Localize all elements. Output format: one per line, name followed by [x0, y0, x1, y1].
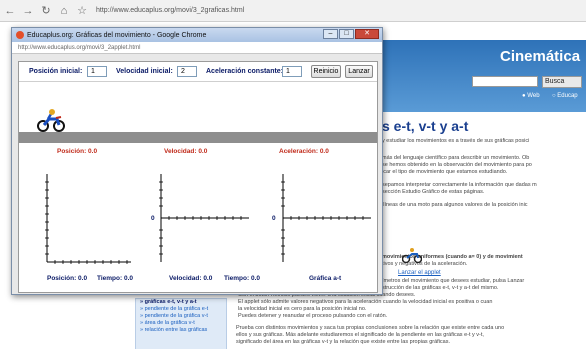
acceleration-time-graph	[281, 174, 371, 262]
paragraph: la velocidad inicial es cero para la pos…	[238, 306, 367, 312]
acceleration-label: Aceleración constante:	[206, 68, 284, 75]
paragraph: sepamos interpretar correctamente la inf…	[382, 182, 537, 188]
home-icon[interactable]: ⌂	[58, 5, 70, 17]
side-menu-item[interactable]: » área de la gráfica v-t	[136, 320, 226, 327]
initial-position-input[interactable]: 1	[87, 66, 107, 77]
restart-button[interactable]: Reinicio	[311, 65, 341, 78]
popup-address: http://www.educaplus.org/movi/3_2applet.…	[12, 42, 382, 54]
graph2-velocity-readout: Velocidad: 0.0	[169, 275, 213, 282]
close-icon[interactable]: ✕	[355, 29, 379, 39]
initial-velocity-input[interactable]: 2	[177, 66, 197, 77]
paragraph: sección Estudio Gráfico de estas páginas…	[382, 189, 485, 195]
launch-applet-link[interactable]: Lanzar el applet	[398, 270, 441, 276]
site-search-button[interactable]: Busca	[542, 76, 582, 88]
acceleration-input[interactable]: 1	[282, 66, 302, 77]
popup-title-bar[interactable]: Educaplus.org: Gráficas del movimiento -…	[12, 28, 382, 42]
popup-title: Educaplus.org: Gráficas del movimiento -…	[27, 31, 207, 39]
at-axis-origin-label: 0	[272, 215, 276, 222]
side-menu-item[interactable]: » gráficas e-t, v-t y a-t	[136, 299, 226, 306]
paragraph: strucción de las gráficas e-t, v-t y a-t…	[382, 285, 499, 291]
paragraph: El applet sólo admite valores negativos …	[238, 299, 493, 305]
favicon-icon	[16, 31, 24, 39]
launch-button[interactable]: Lanzar	[345, 65, 373, 78]
paragraph: ímetros del movimiento que desees estudi…	[382, 278, 525, 284]
paragraph: significado del área en las gráficas v-t…	[236, 339, 451, 345]
paragraph: ilíneas de una moto para algunos valores…	[382, 202, 528, 208]
initial-position-label: Posición inicial:	[29, 68, 83, 75]
initial-velocity-label: Velocidad inicial:	[116, 68, 173, 75]
paragraph: ellos y sus gráficas. Más adelante estud…	[236, 332, 484, 338]
side-menu-item[interactable]: » pendiente de la gráfica e-t	[136, 306, 226, 313]
radio-web[interactable]: ● Web	[522, 93, 540, 99]
paragraph: Prueba con distintos movimientos y saca …	[236, 325, 505, 331]
browser-toolbar: ← → ↻ ⌂ ☆ http://www.educaplus.org/movi/…	[0, 0, 586, 22]
velocity-time-graph	[159, 174, 249, 262]
side-menu-item[interactable]: » pendiente de la gráfica v-t	[136, 313, 226, 320]
maximize-icon[interactable]: □	[339, 29, 354, 39]
graph2-time-readout: Tiempo: 0.0	[224, 275, 261, 282]
paragraph: más del lenguaje científico para describ…	[382, 155, 530, 161]
star-icon[interactable]: ☆	[76, 5, 88, 17]
position-time-graph	[45, 174, 131, 264]
paragraph: icar el tipo de movimiento que estamos e…	[382, 169, 508, 175]
popup-window: Educaplus.org: Gráficas del movimiento -…	[11, 27, 383, 295]
position-readout: Posición: 0.0	[57, 148, 98, 155]
motion-applet: Posición inicial: 1 Velocidad inicial: 2…	[18, 61, 378, 293]
side-menu: » gráficas e-t, v-t y a-t » pendiente de…	[135, 298, 227, 349]
paragraph: Puedes detener y reanudar el proceso pul…	[238, 313, 388, 319]
applet-controls: Posición inicial: 1 Velocidad inicial: 2…	[19, 62, 377, 82]
motorbike-thumbnail-icon[interactable]	[402, 246, 422, 264]
paragraph: se hemos obtenido en la observación del …	[382, 162, 532, 168]
graph3-title: Gráfica a-t	[309, 275, 342, 282]
address-bar[interactable]: http://www.educaplus.org/movi/3_2grafica…	[96, 7, 244, 14]
site-header: Cinemática Busca ● Web ○ Educap	[380, 40, 586, 112]
track	[19, 132, 377, 143]
velocity-readout: Velocidad: 0.0	[164, 148, 208, 155]
graph1-time-readout: Tiempo: 0.0	[97, 275, 134, 282]
acceleration-readout: Aceleración: 0.0	[279, 148, 329, 155]
side-menu-item[interactable]: » relación entre las gráficas	[136, 327, 226, 334]
minimize-icon[interactable]: –	[323, 29, 338, 39]
vt-axis-origin-label: 0	[151, 215, 155, 222]
back-icon[interactable]: ←	[4, 5, 16, 17]
graph1-position-readout: Posición: 0.0	[47, 275, 88, 282]
forward-icon[interactable]: →	[22, 5, 34, 17]
site-search-input[interactable]	[472, 76, 538, 87]
paragraph: y estudiar los movimientos es a través d…	[382, 138, 530, 144]
motorbike-icon	[37, 109, 65, 132]
radio-site[interactable]: ○ Educap	[552, 93, 578, 99]
reload-icon[interactable]: ↻	[40, 5, 52, 17]
site-title: Cinemática	[500, 48, 581, 65]
page-heading: s e-t, v-t y a-t	[382, 118, 469, 134]
